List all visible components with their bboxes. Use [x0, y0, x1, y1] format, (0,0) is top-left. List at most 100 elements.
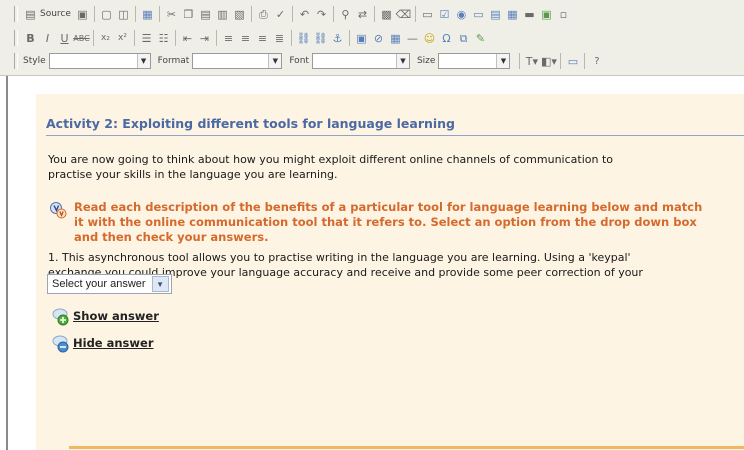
instruction-text: Read each description of the benefits of… — [74, 200, 702, 245]
redo-icon[interactable]: ↷ — [314, 7, 329, 22]
special-char-icon[interactable]: Ω — [439, 31, 454, 46]
paste-icon[interactable]: ▤ — [198, 7, 213, 22]
size-select[interactable]: ▼ — [438, 53, 511, 69]
text-color-icon[interactable]: T▾ — [524, 54, 539, 69]
size-select-value — [439, 54, 496, 68]
numbered-list-icon[interactable]: ☰ — [139, 31, 154, 46]
unlink-icon[interactable]: ⛓ — [313, 31, 328, 46]
image-icon[interactable]: ▣ — [354, 31, 369, 46]
anchor-icon[interactable]: ⚓ — [330, 31, 345, 46]
toolbar-separator — [93, 30, 94, 46]
activity-title: Activity 2: Exploiting different tools f… — [46, 116, 456, 131]
form-icon[interactable]: ▭ — [420, 7, 435, 22]
indent-icon[interactable]: ⇥ — [197, 31, 212, 46]
remove-format-icon[interactable]: ⌫ — [396, 7, 412, 22]
answer-select[interactable]: Select your answer ▼ — [47, 274, 172, 294]
toolbar-separator — [349, 30, 350, 46]
italic-icon[interactable]: I — [40, 31, 55, 46]
font-select[interactable]: ▼ — [311, 53, 410, 69]
font-select-value — [313, 54, 396, 68]
source-button[interactable]: Source — [40, 9, 71, 19]
new-page-icon[interactable]: ▢ — [99, 7, 114, 22]
textarea-icon[interactable]: ▤ — [488, 7, 503, 22]
cut-icon[interactable]: ✂ — [164, 7, 179, 22]
hidden-field-icon[interactable]: ▫ — [556, 7, 571, 22]
editor-content-area[interactable]: Activity 2: Exploiting different tools f… — [36, 94, 744, 450]
strikethrough-icon[interactable]: ABC — [73, 31, 89, 46]
toolbar-row-2: B I U ABC x₂ x² ☰ ☷ ⇤ ⇥ ≡ ≡ ≡ ≣ ⛓ ⛓ ⚓ ▣ … — [14, 27, 489, 49]
replace-icon[interactable]: ⇄ — [355, 7, 370, 22]
toolbar-separator — [134, 6, 136, 22]
textfield-icon[interactable]: ▭ — [471, 7, 486, 22]
hide-answer-label[interactable]: Hide answer — [73, 336, 154, 350]
table-icon[interactable]: ▦ — [388, 31, 403, 46]
page-break-icon[interactable]: ⧉ — [456, 31, 471, 46]
format-select-value — [193, 54, 268, 68]
intro-line: You are now going to think about how you… — [48, 153, 613, 166]
paste-text-icon[interactable]: ▥ — [215, 7, 230, 22]
editor-toolbar: ▤ Source ▣ ▢ ◫ ▦ ✂ ❐ ▤ ▥ ▧ ⎙ ✓ ↶ ↷ ⚲ ⇄ ▩… — [0, 0, 744, 76]
instruction-line: it with the online communication tool th… — [74, 215, 697, 229]
horizontal-rule-icon[interactable]: — — [405, 31, 420, 46]
style-select[interactable]: ▼ — [48, 53, 151, 69]
select-all-icon[interactable]: ▩ — [379, 7, 394, 22]
outdent-icon[interactable]: ⇤ — [180, 31, 195, 46]
toolbar-separator — [373, 6, 375, 22]
about-icon[interactable]: ? — [589, 54, 604, 69]
toolbar-separator — [134, 30, 135, 46]
toolbar-grip — [14, 53, 18, 69]
toolbar-separator — [414, 6, 416, 22]
toolbar-row-1: ▤ Source ▣ ▢ ◫ ▦ ✂ ❐ ▤ ▥ ▧ ⎙ ✓ ↶ ↷ ⚲ ⇄ ▩… — [14, 3, 572, 25]
templates-icon[interactable]: ▦ — [140, 7, 155, 22]
chevron-down-icon: ▼ — [496, 54, 510, 68]
instruction-icon — [50, 202, 67, 219]
toolbar-row-3: Style ▼ Format ▼ Font ▼ Size ▼ T▾ ◧▾ ▭ ? — [14, 50, 605, 72]
toolbar-separator — [291, 6, 293, 22]
flash-icon[interactable]: ⊘ — [371, 31, 386, 46]
answer-select-value: Select your answer — [52, 278, 146, 290]
intro-line: practise your skills in the language you… — [48, 168, 338, 181]
title-divider — [46, 135, 744, 136]
bold-icon[interactable]: B — [23, 31, 38, 46]
ui-color-icon[interactable]: ✎ — [473, 31, 488, 46]
superscript-icon[interactable]: x² — [115, 31, 130, 46]
size-label: Size — [416, 56, 436, 66]
toolbar-separator — [584, 53, 586, 69]
save-icon[interactable]: ▣ — [75, 7, 90, 22]
image-button-icon[interactable]: ▣ — [539, 7, 554, 22]
maximize-icon[interactable]: ▭ — [565, 54, 580, 69]
paste-word-icon[interactable]: ▧ — [232, 7, 247, 22]
select-field-icon[interactable]: ▦ — [505, 7, 520, 22]
print-icon[interactable]: ⎙ — [256, 7, 271, 22]
toolbar-separator — [332, 6, 334, 22]
checkbox-icon[interactable]: ☑ — [437, 7, 452, 22]
toolbar-separator — [560, 53, 562, 69]
radio-icon[interactable]: ◉ — [454, 7, 469, 22]
find-icon[interactable]: ⚲ — [338, 7, 353, 22]
show-answer-label[interactable]: Show answer — [73, 309, 159, 323]
align-right-icon[interactable]: ≡ — [255, 31, 270, 46]
underline-icon[interactable]: U — [57, 31, 72, 46]
undo-icon[interactable]: ↶ — [297, 7, 312, 22]
chevron-down-icon: ▼ — [395, 54, 409, 68]
background-color-icon[interactable]: ◧▾ — [541, 54, 557, 69]
chevron-down-icon: ▼ — [136, 54, 150, 68]
spellcheck-icon[interactable]: ✓ — [273, 7, 288, 22]
smiley-icon[interactable]: ☺ — [422, 31, 437, 46]
align-justify-icon[interactable]: ≣ — [272, 31, 287, 46]
bulleted-list-icon[interactable]: ☷ — [156, 31, 171, 46]
align-center-icon[interactable]: ≡ — [238, 31, 253, 46]
toolbar-grip — [14, 30, 18, 46]
link-icon[interactable]: ⛓ — [296, 31, 311, 46]
align-left-icon[interactable]: ≡ — [221, 31, 236, 46]
format-select[interactable]: ▼ — [192, 53, 283, 69]
copy-icon[interactable]: ❐ — [181, 7, 196, 22]
toolbar-separator — [175, 30, 176, 46]
instruction-line: Read each description of the benefits of… — [74, 200, 703, 214]
show-answer-button[interactable]: Show answer — [50, 306, 159, 326]
hide-answer-button[interactable]: Hide answer — [50, 333, 154, 353]
source-icon[interactable]: ▤ — [23, 7, 38, 22]
preview-icon[interactable]: ◫ — [116, 7, 131, 22]
button-field-icon[interactable]: ▬ — [522, 7, 537, 22]
subscript-icon[interactable]: x₂ — [98, 31, 113, 46]
